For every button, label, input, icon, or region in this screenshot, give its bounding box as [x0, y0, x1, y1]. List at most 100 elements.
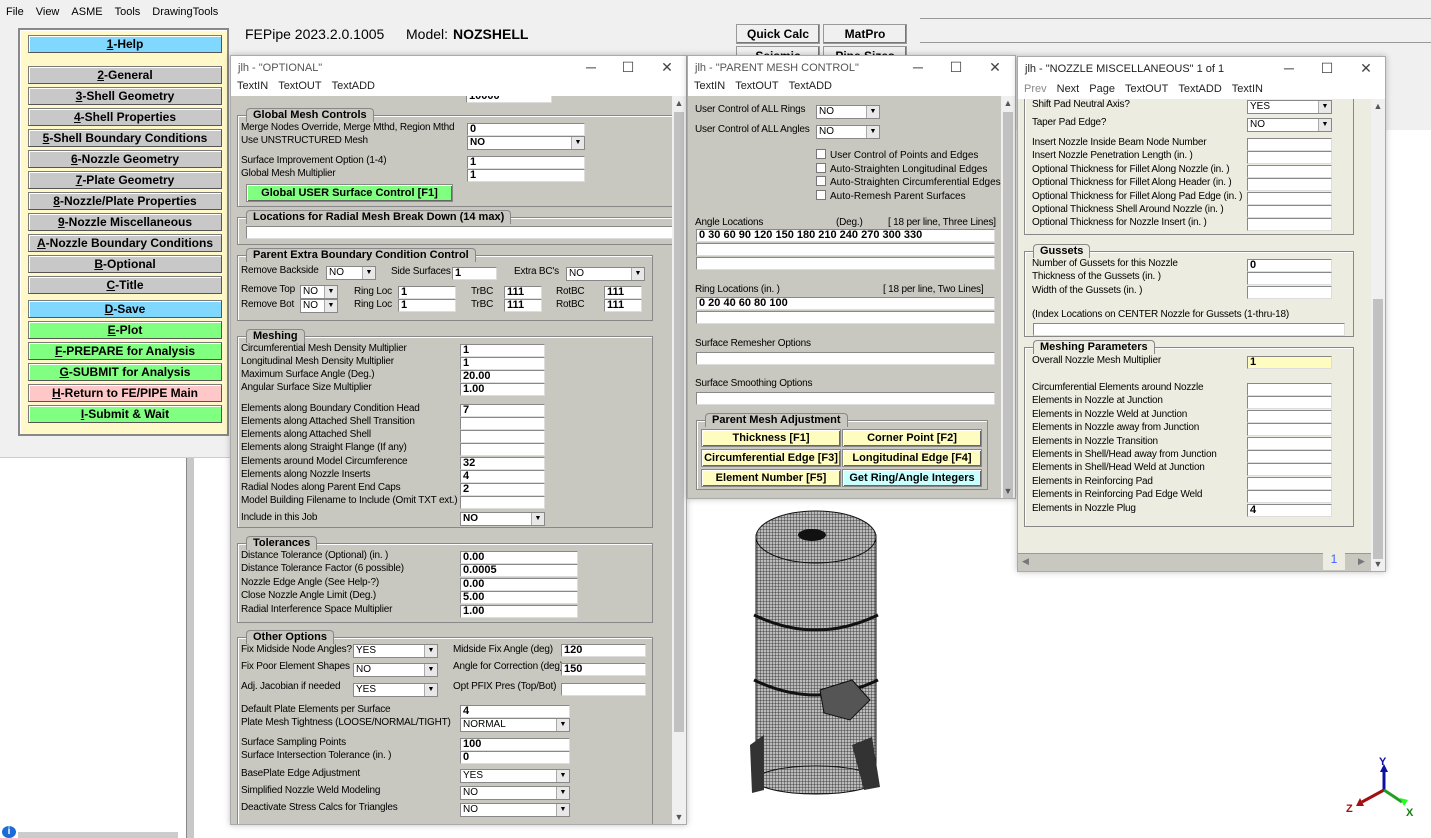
nozzle-option-field[interactable] [1247, 138, 1332, 151]
nav-button-h[interactable]: H-Return to FE/PIPE Main [28, 384, 222, 402]
chevron-down-icon[interactable]: ▼ [424, 645, 437, 657]
nav-button-8[interactable]: 8-Nozzle/Plate Properties [28, 192, 222, 210]
chevron-down-icon[interactable]: ▼ [324, 286, 337, 298]
scroll-down-icon[interactable]: ▼ [1371, 559, 1385, 569]
angle-line-1[interactable]: 0 30 60 90 120 150 180 210 240 270 300 3… [696, 229, 995, 242]
element-number-button[interactable]: Element Number [F5] [701, 469, 841, 487]
bot-trbc-field[interactable]: 111 [504, 299, 542, 312]
maximize-icon[interactable]: ☐ [618, 59, 638, 76]
menu-prev[interactable]: Prev [1024, 83, 1047, 99]
taper-pad-select[interactable]: NO ▼ [1247, 118, 1332, 132]
minimize-icon[interactable]: ─ [1279, 60, 1299, 76]
gusset-index-field[interactable] [1033, 323, 1345, 336]
menu-textadd[interactable]: TextADD [789, 80, 832, 96]
chevron-down-icon[interactable]: ▼ [571, 137, 584, 149]
circumferential-edge-button[interactable]: Circumferential Edge [F3] [701, 449, 841, 467]
menu-textadd[interactable]: TextADD [332, 80, 375, 96]
checkbox[interactable] [816, 176, 826, 186]
chevron-down-icon[interactable]: ▼ [556, 804, 569, 816]
tolerance-field[interactable]: 0.00 [460, 551, 578, 564]
quick-calc-button[interactable]: Quick Calc [736, 24, 820, 44]
menu-textin[interactable]: TextIN [1232, 83, 1263, 99]
tolerance-field[interactable]: 5.00 [460, 591, 578, 605]
nozzle-option-field[interactable] [1247, 151, 1332, 165]
remove-backside-select[interactable]: NO ▼ [326, 266, 376, 280]
mesh-tightness-select[interactable]: NORMAL ▼ [460, 718, 570, 732]
fix-poor-select[interactable]: NO ▼ [353, 663, 438, 677]
menu-asme[interactable]: ASME [71, 6, 102, 18]
nav-button-4[interactable]: 4-Shell Properties [28, 108, 222, 126]
remesher-field[interactable] [696, 352, 995, 365]
left-scrollbar[interactable] [186, 458, 194, 838]
corner-point-button[interactable]: Corner Point [F2] [842, 429, 982, 447]
minimize-icon[interactable]: ─ [581, 59, 601, 75]
scroll-right-icon[interactable]: ▶ [1358, 556, 1365, 567]
all-rings-select[interactable]: NO ▼ [816, 105, 880, 119]
top-ring-loc-field[interactable]: 1 [398, 286, 456, 299]
bot-ring-loc-field[interactable]: 1 [398, 299, 456, 312]
maximize-icon[interactable]: ☐ [1317, 60, 1337, 77]
chevron-down-icon[interactable]: ▼ [531, 513, 544, 525]
merge-nodes-field[interactable]: 0 [467, 123, 585, 136]
nav-button-c[interactable]: C-Title [28, 276, 222, 294]
tolerance-field[interactable]: 1.00 [460, 604, 578, 618]
scroll-left-icon[interactable]: ◀ [1022, 556, 1029, 567]
cut-off-field[interactable]: 10000 [466, 96, 552, 103]
meshing-field[interactable]: 20.00 [460, 370, 545, 383]
weld-modeling-select[interactable]: NO ▼ [460, 786, 570, 800]
scroll-up-icon[interactable]: ▲ [672, 98, 686, 108]
nav-button-3[interactable]: 3-Shell Geometry [28, 87, 222, 105]
nav-button-2[interactable]: 2-General [28, 66, 222, 84]
ring-line-2[interactable] [696, 311, 995, 324]
get-ring-angle-integers-button[interactable]: Get Ring/Angle Integers [842, 469, 982, 487]
menu-file[interactable]: File [6, 6, 24, 18]
nozzle-mesh-field[interactable] [1247, 450, 1332, 463]
checkbox[interactable] [816, 149, 826, 159]
chevron-down-icon[interactable]: ▼ [1318, 101, 1331, 113]
horizontal-scrollbar[interactable]: ◀ 1 ▶ [1018, 552, 1373, 571]
meshing-field[interactable]: 2 [460, 483, 545, 496]
remove-top-select[interactable]: NO ▼ [300, 285, 338, 299]
meshing-field[interactable]: 1.00 [460, 383, 545, 396]
angle-line-3[interactable] [696, 257, 995, 270]
nozzle-option-field[interactable] [1247, 164, 1332, 178]
chevron-down-icon[interactable]: ▼ [866, 106, 879, 118]
nav-button-a[interactable]: A-Nozzle Boundary Conditions [28, 234, 222, 252]
scroll-thumb[interactable] [674, 112, 684, 732]
radial-mesh-field[interactable] [246, 226, 676, 239]
nav-button-9[interactable]: 9-Nozzle Miscellaneous [28, 213, 222, 231]
pfix-field[interactable] [561, 683, 646, 696]
surface-improve-field[interactable]: 1 [467, 156, 585, 169]
checkbox-item[interactable]: Auto-Straighten Longitudinal Edges [816, 162, 987, 175]
nav-button-b[interactable]: B-Optional [28, 255, 222, 273]
meshing-field[interactable]: 1 [460, 344, 545, 357]
include-job-select[interactable]: NO ▼ [460, 512, 545, 526]
thickness-button[interactable]: Thickness [F1] [701, 429, 841, 447]
maximize-icon[interactable]: ☐ [946, 59, 966, 76]
checkbox-item[interactable]: Auto-Remesh Parent Surfaces [816, 189, 966, 202]
nav-button-7[interactable]: 7-Plate Geometry [28, 171, 222, 189]
checkbox-item[interactable]: User Control of Points and Edges [816, 149, 978, 161]
unstructured-select[interactable]: NO ▼ [467, 136, 585, 150]
menu-drawingtools[interactable]: DrawingTools [152, 6, 218, 18]
nav-button-6[interactable]: 6-Nozzle Geometry [28, 150, 222, 168]
midside-angle-field[interactable]: 120 [561, 644, 646, 657]
nozzle-mesh-field[interactable] [1247, 396, 1332, 410]
gusset-field[interactable]: 0 [1247, 259, 1332, 272]
chevron-down-icon[interactable]: ▼ [556, 770, 569, 782]
nozzle-mesh-field[interactable] [1247, 436, 1332, 450]
meshing-field[interactable] [460, 430, 545, 443]
vertical-scrollbar[interactable]: ▲ ▼ [672, 96, 686, 824]
nozzle-mesh-field[interactable] [1247, 476, 1332, 490]
minimize-icon[interactable]: ─ [908, 59, 928, 75]
close-icon[interactable]: ✕ [657, 59, 677, 76]
nav-button-1[interactable]: 1-Help [28, 35, 222, 53]
gusset-field[interactable] [1247, 285, 1332, 299]
vessel-mesh-plot[interactable] [742, 505, 892, 797]
nozzle-mesh-field[interactable]: 4 [1247, 503, 1332, 517]
smoothing-field[interactable] [696, 392, 995, 405]
page-tab[interactable]: 1 [1323, 552, 1345, 570]
menu-textin[interactable]: TextIN [694, 80, 725, 96]
vertical-scrollbar[interactable]: ▲ ▼ [1001, 96, 1015, 498]
scroll-thumb[interactable] [1003, 112, 1013, 498]
